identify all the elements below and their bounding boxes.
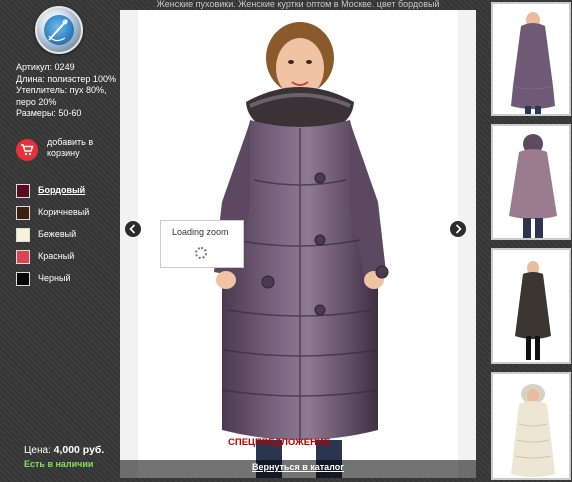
add-to-cart-button[interactable]: добавить в корзину [16,137,116,177]
thumbnail-3[interactable] [491,248,571,364]
color-swatch [16,272,30,286]
price-value: 4,000 руб. [53,444,105,456]
product-article: Артикул: 0249 [16,62,75,72]
price-label: Цена: [24,445,51,456]
color-name: Бордовый [38,185,86,195]
color-swatch [16,184,30,198]
product-length: Длина: полиэстер 100% [16,73,116,84]
thumbnail-image [493,126,569,238]
color-list: Бордовый Коричневый Бежевый Красный Черн… [16,184,116,294]
color-swatch [16,228,30,242]
special-offer-label: СПЕЦПРЕДЛОЖЕНИЕ [228,437,331,448]
product-filling: Утеплитель: пух 80%, перо 20% [16,85,107,107]
color-name: Красный [38,251,75,261]
loading-spinner-icon [195,247,207,259]
color-option[interactable]: Красный [16,250,116,272]
thumbnail-1[interactable] [491,2,571,116]
thumbnail-image [493,250,569,362]
product-sidebar: Артикул: 0249 Длина: полиэстер 100% Утеп… [0,0,118,482]
color-swatch [16,206,30,220]
chevron-right-icon [455,224,462,234]
color-option[interactable]: Бежевый [16,228,116,250]
color-option[interactable]: Коричневый [16,206,116,228]
color-name: Черный [38,273,71,283]
thumbnail-4[interactable] [491,372,571,480]
stock-status: Есть в наличии [24,459,94,469]
back-to-catalog-link[interactable]: Вернуться в каталог [120,462,476,472]
logo-needle-icon [48,19,68,42]
shopping-cart-icon [16,139,38,161]
thumbnail-image [493,4,569,114]
thumbnail-2[interactable] [491,124,571,240]
zoom-loading-text: Loading zoom [172,227,229,237]
site-logo[interactable] [35,6,83,54]
color-option[interactable]: Бордовый [16,184,116,206]
color-swatch [16,250,30,264]
color-name: Бежевый [38,229,77,239]
back-bar: Вернуться в каталог [120,460,476,478]
page-title: Женские пуховики. Женские куртки оптом в… [156,0,440,9]
price: Цена: 4,000 руб. [24,444,104,456]
zoom-loading-box: Loading zoom [160,220,244,268]
previous-image-button[interactable] [125,221,141,237]
color-option[interactable]: Черный [16,272,116,294]
add-to-cart-label: добавить в корзину [47,137,94,158]
color-name: Коричневый [38,207,90,217]
chevron-left-icon [129,224,136,234]
thumbnail-image [493,374,569,478]
product-specs: Артикул: 0249 Длина: полиэстер 100% Утеп… [16,62,116,120]
next-image-button[interactable] [450,221,466,237]
product-sizes: Размеры: 50-60 [16,108,82,118]
